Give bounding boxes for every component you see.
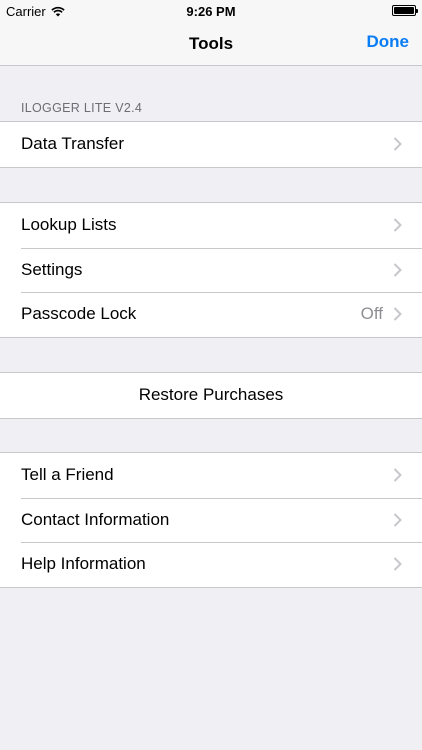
navigation-bar: Tools Done	[0, 22, 422, 66]
passcode-lock-value: Off	[360, 304, 383, 324]
row-help-information[interactable]: Help Information	[0, 542, 422, 587]
row-label: Lookup Lists	[21, 215, 117, 235]
chevron-right-icon	[393, 307, 402, 321]
row-tell-a-friend[interactable]: Tell a Friend	[0, 453, 422, 498]
group-data-transfer: Data Transfer	[0, 121, 422, 168]
status-right	[392, 5, 418, 16]
row-contact-information[interactable]: Contact Information	[0, 497, 422, 542]
chevron-right-icon	[393, 218, 402, 232]
row-label: Tell a Friend	[21, 465, 114, 485]
row-label: Passcode Lock	[21, 304, 137, 324]
done-button[interactable]: Done	[367, 32, 410, 52]
restore-purchases-button[interactable]: Restore Purchases	[0, 373, 422, 418]
row-settings[interactable]: Settings	[0, 247, 422, 292]
row-data-transfer[interactable]: Data Transfer	[0, 122, 422, 167]
chevron-right-icon	[393, 263, 402, 277]
page-title: Tools	[188, 34, 234, 53]
group-info: Tell a Friend Contact Information Help I…	[0, 452, 422, 588]
chevron-right-icon	[393, 513, 402, 527]
group-settings: Lookup Lists Settings Passcode Lock Off	[0, 202, 422, 338]
tools-screen: Carrier 9:26 PM Tools Done ILOGGER LITE …	[0, 0, 422, 750]
status-time: 9:26 PM	[186, 4, 236, 19]
chevron-right-icon	[393, 137, 402, 151]
status-bar: Carrier 9:26 PM	[0, 0, 422, 22]
row-label: Contact Information	[21, 509, 170, 529]
chevron-right-icon	[393, 468, 402, 482]
row-label: Help Information	[21, 554, 146, 574]
section-header-app-version: ILOGGER LITE V2.4	[21, 101, 143, 115]
row-label: Settings	[21, 259, 83, 279]
battery-icon	[392, 5, 418, 16]
chevron-right-icon	[393, 557, 402, 571]
row-label: Restore Purchases	[138, 385, 284, 405]
row-lookup-lists[interactable]: Lookup Lists	[0, 203, 422, 248]
row-label: Data Transfer	[21, 134, 124, 154]
group-purchases: Restore Purchases	[0, 372, 422, 419]
row-passcode-lock[interactable]: Passcode Lock Off	[0, 292, 422, 337]
